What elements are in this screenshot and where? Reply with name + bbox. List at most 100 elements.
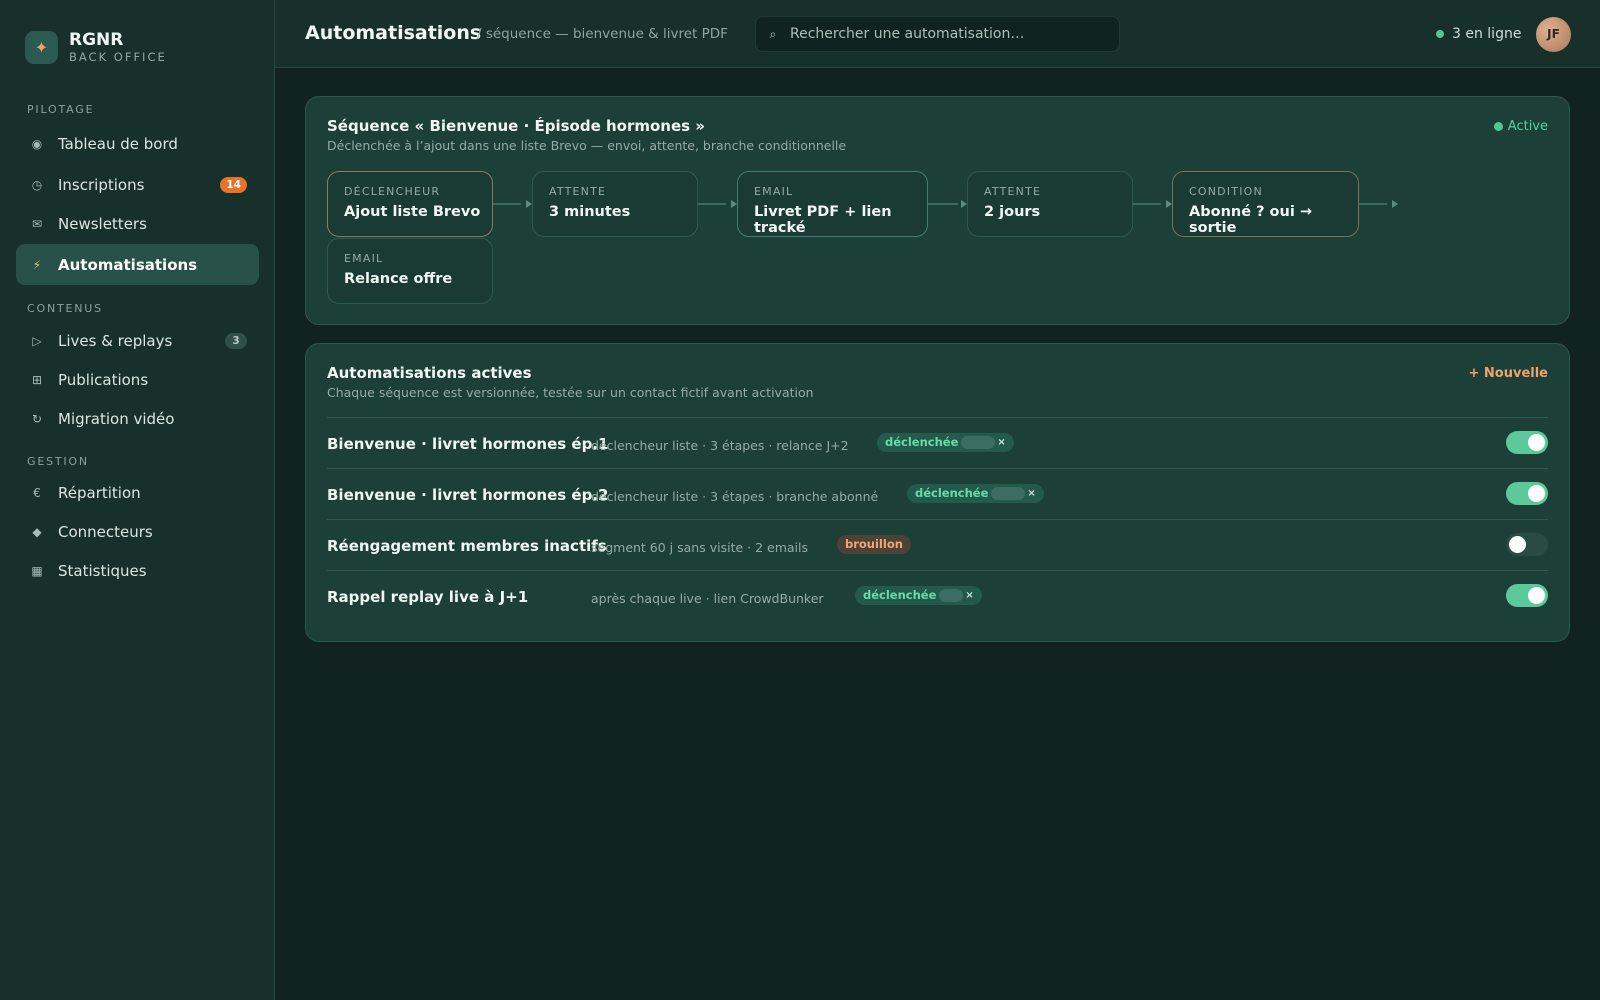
flow-step-condition[interactable]: CONDITION Abonné ? oui → sortie bbox=[1172, 171, 1359, 237]
chart-icon: ▦ bbox=[31, 564, 43, 578]
sidebar-item-connecteurs[interactable]: ◆ Connecteurs bbox=[16, 512, 259, 552]
count-badge: 14 bbox=[220, 177, 247, 193]
sidebar-item-statistiques[interactable]: ▦ Statistiques bbox=[16, 551, 259, 591]
sidebar-item-lives-replays[interactable]: ▷ Lives & replays 3 bbox=[16, 321, 259, 361]
status-dot-icon bbox=[1436, 30, 1444, 38]
breadcrumb[interactable]: / séquence — bienvenue & livret PDF bbox=[477, 26, 728, 42]
tag-label: déclenchée bbox=[915, 486, 989, 500]
section-label-gestion: GESTION bbox=[27, 455, 89, 468]
automation-name: Bienvenue · livret hormones ép.1 bbox=[327, 435, 609, 453]
tag-pill bbox=[939, 589, 964, 602]
automation-meta: après chaque live · lien CrowdBunker bbox=[591, 591, 824, 606]
mail-icon: ✉ bbox=[31, 217, 43, 231]
step-type: EMAIL bbox=[344, 252, 384, 265]
sidebar-item-inscriptions[interactable]: ◷ Inscriptions 14 bbox=[16, 165, 259, 205]
automation-name: Rappel replay live à J+1 bbox=[327, 588, 529, 606]
table-row[interactable]: Réengagement membres inactifs segment 60… bbox=[327, 519, 1548, 570]
automation-name: Réengagement membres inactifs bbox=[327, 537, 607, 555]
automation-name: Bienvenue · livret hormones ép.2 bbox=[327, 486, 609, 504]
automations-card: Automatisations actives Chaque séquence … bbox=[305, 343, 1570, 642]
toggle-knob bbox=[1528, 434, 1545, 451]
avatar[interactable]: JF bbox=[1536, 17, 1571, 52]
automation-meta: déclencheur liste · 3 étapes · relance J… bbox=[591, 438, 849, 453]
brand-subtitle: BACK OFFICE bbox=[69, 50, 167, 64]
sidebar-item-label: Lives & replays bbox=[58, 332, 173, 350]
step-title: Ajout liste Brevo bbox=[344, 204, 481, 220]
refresh-icon: ↻ bbox=[31, 412, 43, 426]
step-type: ATTENTE bbox=[549, 185, 607, 198]
sidebar-item-dashboard[interactable]: ◉ Tableau de bord bbox=[16, 124, 259, 164]
sidebar-item-label: Newsletters bbox=[58, 215, 147, 233]
sidebar-item-publications[interactable]: ⊞ Publications bbox=[16, 360, 259, 400]
sidebar-item-newsletters[interactable]: ✉ Newsletters bbox=[16, 204, 259, 244]
brand-name: RGNR bbox=[69, 30, 124, 50]
new-automation-button[interactable]: + Nouvelle bbox=[1468, 366, 1548, 381]
step-type: EMAIL bbox=[754, 185, 794, 198]
automation-meta: déclencheur liste · 3 étapes · branche a… bbox=[591, 489, 879, 504]
tag-pill bbox=[961, 436, 996, 449]
online-status: 3 en ligne bbox=[1436, 26, 1521, 42]
search-input[interactable] bbox=[790, 26, 1110, 42]
sidebar-item-label: Migration vidéo bbox=[58, 410, 175, 428]
sidebar-item-repartition[interactable]: € Répartition bbox=[16, 473, 259, 513]
search-box[interactable]: ⌕ bbox=[755, 16, 1120, 52]
clock-icon: ◷ bbox=[31, 178, 43, 192]
flow-step-wait[interactable]: ATTENTE 3 minutes bbox=[532, 171, 698, 237]
close-icon[interactable]: × bbox=[965, 586, 973, 605]
search-icon: ⌕ bbox=[769, 26, 777, 41]
status-dot-icon bbox=[1493, 122, 1503, 131]
step-type: CONDITION bbox=[1189, 185, 1263, 198]
dashboard-icon: ◉ bbox=[31, 137, 43, 151]
flow-step-email[interactable]: EMAIL Livret PDF + lien tracké bbox=[737, 171, 928, 237]
sidebar-item-label: Répartition bbox=[58, 484, 141, 502]
step-title: Abonné ? oui → sortie bbox=[1189, 204, 1313, 236]
close-icon[interactable]: × bbox=[1027, 484, 1035, 503]
tag-label: déclenchée bbox=[885, 435, 959, 449]
flow-connector bbox=[698, 203, 726, 205]
step-type: ATTENTE bbox=[984, 185, 1042, 198]
automation-toggle[interactable] bbox=[1506, 533, 1548, 556]
close-icon[interactable]: × bbox=[997, 433, 1005, 452]
play-icon: ▷ bbox=[32, 334, 42, 348]
sidebar-item-label: Publications bbox=[58, 371, 149, 389]
arrow-right-icon bbox=[1392, 200, 1398, 208]
table-row[interactable]: Rappel replay live à J+1 après chaque li… bbox=[327, 570, 1548, 621]
automation-toggle[interactable] bbox=[1506, 482, 1548, 505]
step-title: 2 jours bbox=[984, 204, 1041, 220]
status-tag: brouillon bbox=[837, 535, 911, 554]
euro-icon: € bbox=[33, 486, 41, 500]
sidebar-item-migration-video[interactable]: ↻ Migration vidéo bbox=[16, 399, 259, 439]
sidebar-item-automatisations[interactable]: ⚡ Automatisations bbox=[16, 244, 259, 285]
toggle-knob bbox=[1528, 587, 1545, 604]
grid-icon: ⊞ bbox=[31, 373, 43, 387]
flow-connector bbox=[493, 203, 521, 205]
flow-connector bbox=[928, 203, 958, 205]
sparkle-icon: ✦ bbox=[25, 31, 58, 64]
step-title: 3 minutes bbox=[549, 204, 631, 220]
status-badge: Active bbox=[1493, 119, 1548, 134]
connector-icon: ◆ bbox=[32, 525, 42, 539]
step-type: DÉCLENCHEUR bbox=[344, 185, 441, 198]
flow-connector bbox=[1359, 203, 1387, 205]
flow-step-email[interactable]: EMAIL Relance offre bbox=[327, 238, 493, 304]
tag-label: brouillon bbox=[845, 537, 903, 551]
table-row[interactable]: Bienvenue · livret hormones ép.2 déclenc… bbox=[327, 468, 1548, 519]
table-row[interactable]: Bienvenue · livret hormones ép.1 déclenc… bbox=[327, 417, 1548, 468]
sidebar-item-label: Tableau de bord bbox=[58, 135, 178, 153]
section-label-contenus: CONTENUS bbox=[27, 302, 103, 315]
flow-step-trigger[interactable]: DÉCLENCHEUR Ajout liste Brevo bbox=[327, 171, 493, 237]
automation-toggle[interactable] bbox=[1506, 584, 1548, 607]
flow-step-wait[interactable]: ATTENTE 2 jours bbox=[967, 171, 1133, 237]
tag-pill bbox=[991, 487, 1026, 500]
brand[interactable]: ✦ RGNR BACK OFFICE bbox=[25, 31, 167, 64]
toggle-knob bbox=[1509, 536, 1526, 553]
automation-toggle[interactable] bbox=[1506, 431, 1548, 454]
toggle-knob bbox=[1528, 485, 1545, 502]
flow-connector bbox=[1133, 203, 1161, 205]
sidebar-item-label: Connecteurs bbox=[58, 523, 153, 541]
status-tag: déclenchée × bbox=[907, 484, 1044, 503]
status-tag: déclenchée × bbox=[855, 586, 982, 605]
sequence-subtitle: Déclenchée à l’ajout dans une liste Brev… bbox=[327, 138, 847, 153]
bolt-icon: ⚡ bbox=[32, 257, 42, 272]
tag-label: déclenchée bbox=[863, 588, 937, 602]
